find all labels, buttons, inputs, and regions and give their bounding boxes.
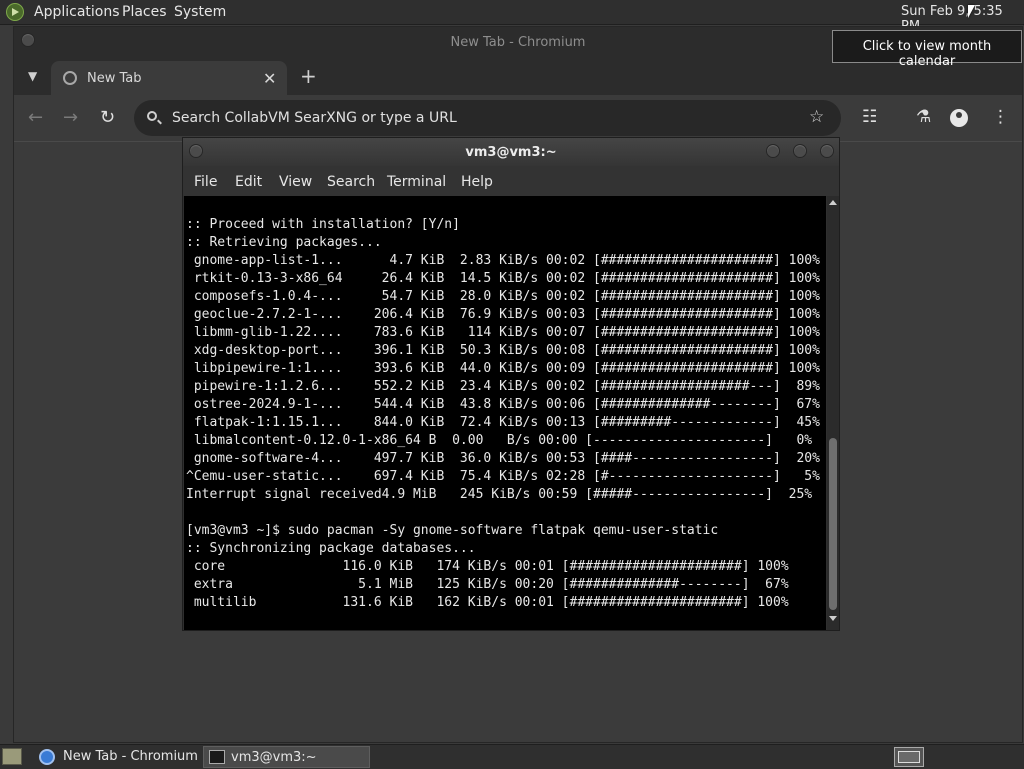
menu-icon[interactable]: ⋮ [992, 107, 1009, 127]
mouse-cursor-icon [968, 5, 975, 18]
search-icon [147, 111, 157, 121]
bottom-panel: New Tab - Chromium vm3@vm3:~ [0, 744, 1024, 769]
reload-icon[interactable]: ↻ [100, 107, 115, 128]
menu-help[interactable]: Help [461, 174, 493, 190]
terminal-line: flatpak-1:1.15.1... 844.0 KiB 72.4 KiB/s… [186, 415, 820, 430]
taskbar-item-label: vm3@vm3:~ [231, 750, 317, 765]
tab-title: New Tab [87, 71, 142, 86]
terminal-menubar: File Edit View Search Terminal Help [183, 166, 839, 196]
terminal-window-title: vm3@vm3:~ [465, 145, 557, 160]
calendar-tooltip: Click to view month calendar [832, 30, 1022, 69]
terminal-line: libmm-glib-1.22.... 783.6 KiB 114 KiB/s … [186, 325, 820, 340]
menu-terminal[interactable]: Terminal [387, 174, 446, 190]
distro-logo-icon[interactable] [6, 3, 24, 21]
terminal-line: libmalcontent-0.12.0-1-x86_64 B 0.00 B/s… [186, 433, 813, 448]
terminal-line: pipewire-1:1.2.6... 552.2 KiB 23.4 KiB/s… [186, 379, 820, 394]
omnibox[interactable]: Search CollabVM SearXNG or type a URL ☆ [134, 100, 841, 136]
tab-search-chevron-down-icon[interactable]: ▼ [28, 69, 37, 83]
terminal-screen[interactable]: :: Proceed with installation? [Y/n]:: Re… [184, 196, 826, 630]
terminal-line: rtkit-0.13-3-x86_64 26.4 KiB 14.5 KiB/s … [186, 271, 820, 286]
back-icon[interactable]: ← [28, 107, 43, 128]
terminal-scrollbar[interactable] [827, 196, 839, 630]
menu-edit[interactable]: Edit [235, 174, 262, 190]
close-button[interactable] [820, 144, 834, 158]
tab-new-tab[interactable]: New Tab ✕ [51, 61, 287, 95]
forward-icon[interactable]: → [63, 107, 78, 128]
show-desktop-icon[interactable] [2, 748, 22, 765]
taskbar-item-terminal[interactable]: vm3@vm3:~ [203, 746, 370, 768]
chromium-icon [39, 749, 55, 765]
workspace-switcher[interactable] [894, 747, 924, 767]
top-panel: Applications Places System Sun Feb 9, 5:… [0, 0, 1024, 34]
terminal-line: gnome-software-4... 497.7 KiB 36.0 KiB/s… [186, 451, 820, 466]
globe-icon [63, 71, 77, 85]
taskbar-item-chromium[interactable]: New Tab - Chromium [34, 746, 200, 768]
menu-search[interactable]: Search [327, 174, 375, 190]
terminal-line: ostree-2024.9-1-... 544.4 KiB 43.8 KiB/s… [186, 397, 820, 412]
terminal-line: :: Retrieving packages... [186, 235, 382, 250]
system-menu[interactable]: System [174, 4, 226, 20]
omnibox-placeholder: Search CollabVM SearXNG or type a URL [172, 110, 457, 126]
taskbar-item-label: New Tab - Chromium [63, 749, 198, 764]
profile-icon[interactable] [950, 109, 968, 127]
menu-file[interactable]: File [194, 174, 217, 190]
terminal-icon [209, 750, 225, 764]
terminal-line: ^Cemu-user-static... 697.4 KiB 75.4 KiB/… [186, 469, 820, 484]
labs-flask-icon[interactable]: ⚗ [916, 107, 931, 127]
terminal-output: :: Proceed with installation? [Y/n]:: Re… [186, 216, 820, 612]
terminal-titlebar[interactable]: vm3@vm3:~ [183, 138, 839, 166]
terminal-line: extra 5.1 MiB 125 KiB/s 00:20 [#########… [186, 577, 789, 592]
terminal-line: geoclue-2.7.2-1-... 206.4 KiB 76.9 KiB/s… [186, 307, 820, 322]
bookmark-star-icon[interactable]: ☆ [809, 107, 824, 127]
places-menu[interactable]: Places [122, 4, 167, 20]
extensions-icon[interactable]: ☷ [862, 107, 877, 127]
browser-toolbar: ← → ↻ Search CollabVM SearXNG or type a … [14, 95, 1022, 142]
terminal-line: core 116.0 KiB 174 KiB/s 00:01 [########… [186, 559, 789, 574]
terminal-line: xdg-desktop-port... 396.1 KiB 50.3 KiB/s… [186, 343, 820, 358]
close-tab-icon[interactable]: ✕ [263, 69, 276, 88]
scroll-up-arrow-icon[interactable] [829, 200, 837, 205]
maximize-button[interactable] [793, 144, 807, 158]
new-tab-plus-icon[interactable]: + [300, 64, 317, 88]
terminal-window: vm3@vm3:~ File Edit View Search Terminal… [182, 137, 840, 631]
terminal-line: [vm3@vm3 ~]$ sudo pacman -Sy gnome-softw… [186, 523, 719, 538]
terminal-line: Interrupt signal received4.9 MiB 245 KiB… [186, 487, 813, 502]
terminal-line: libpipewire-1:1.... 393.6 KiB 44.0 KiB/s… [186, 361, 820, 376]
minimize-button[interactable] [766, 144, 780, 158]
scroll-down-arrow-icon[interactable] [829, 616, 837, 621]
terminal-line: composefs-1.0.4-... 54.7 KiB 28.0 KiB/s … [186, 289, 820, 304]
menu-view[interactable]: View [279, 174, 312, 190]
scrollbar-thumb[interactable] [829, 438, 837, 610]
terminal-line: gnome-app-list-1... 4.7 KiB 2.83 KiB/s 0… [186, 253, 820, 268]
terminal-line: :: Proceed with installation? [Y/n] [186, 217, 460, 232]
terminal-line: :: Synchronizing package databases... [186, 541, 476, 556]
terminal-line: multilib 131.6 KiB 162 KiB/s 00:01 [####… [186, 595, 789, 610]
applications-menu[interactable]: Applications [34, 4, 120, 20]
